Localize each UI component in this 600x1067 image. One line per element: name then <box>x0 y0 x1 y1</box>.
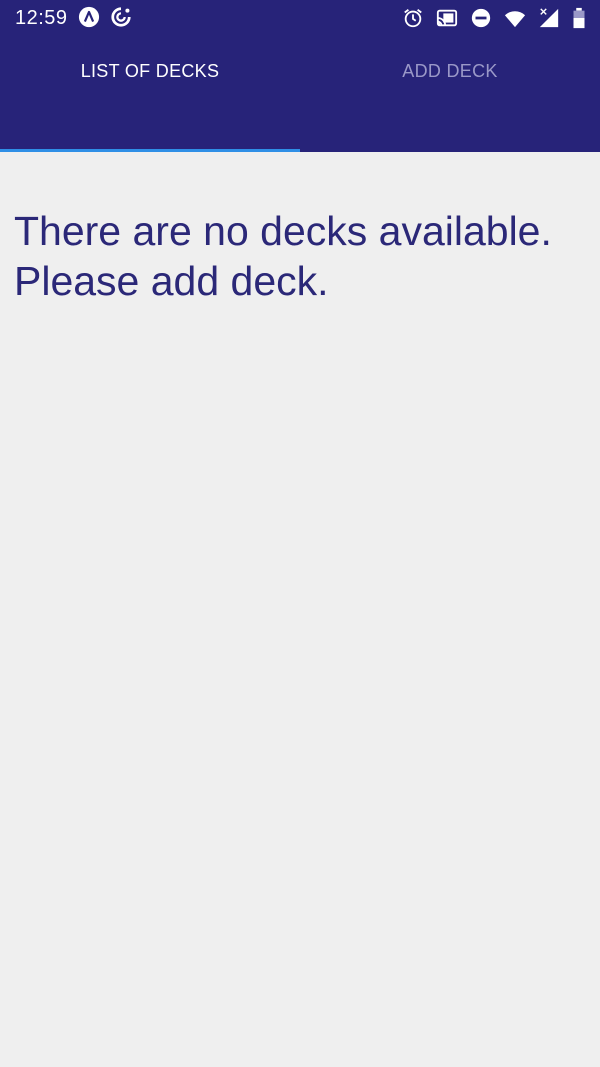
empty-message-line-1: There are no decks available. <box>14 208 552 254</box>
tab-bar: LIST OF DECKS ADD DECK <box>0 36 600 106</box>
empty-state-message: There are no decks available. Please add… <box>14 206 594 306</box>
sync-icon <box>110 6 132 28</box>
status-time: 12:59 <box>15 7 68 29</box>
status-right-icons <box>402 7 586 29</box>
battery-icon <box>572 7 586 29</box>
deck-list-content: There are no decks available. Please add… <box>0 152 600 1067</box>
signal-icon <box>538 7 560 29</box>
wifi-icon <box>504 7 526 29</box>
app-notification-icon <box>78 6 100 28</box>
status-left-icons <box>78 6 132 28</box>
cast-icon <box>436 7 458 29</box>
app-bar: LIST OF DECKS ADD DECK <box>0 36 600 152</box>
alarm-icon <box>402 7 424 29</box>
tab-list-of-decks[interactable]: LIST OF DECKS <box>0 36 300 106</box>
do-not-disturb-icon <box>470 7 492 29</box>
empty-message-line-2: Please add deck. <box>14 258 329 304</box>
tab-add-deck[interactable]: ADD DECK <box>300 36 600 106</box>
status-bar: 12:59 <box>0 0 600 36</box>
